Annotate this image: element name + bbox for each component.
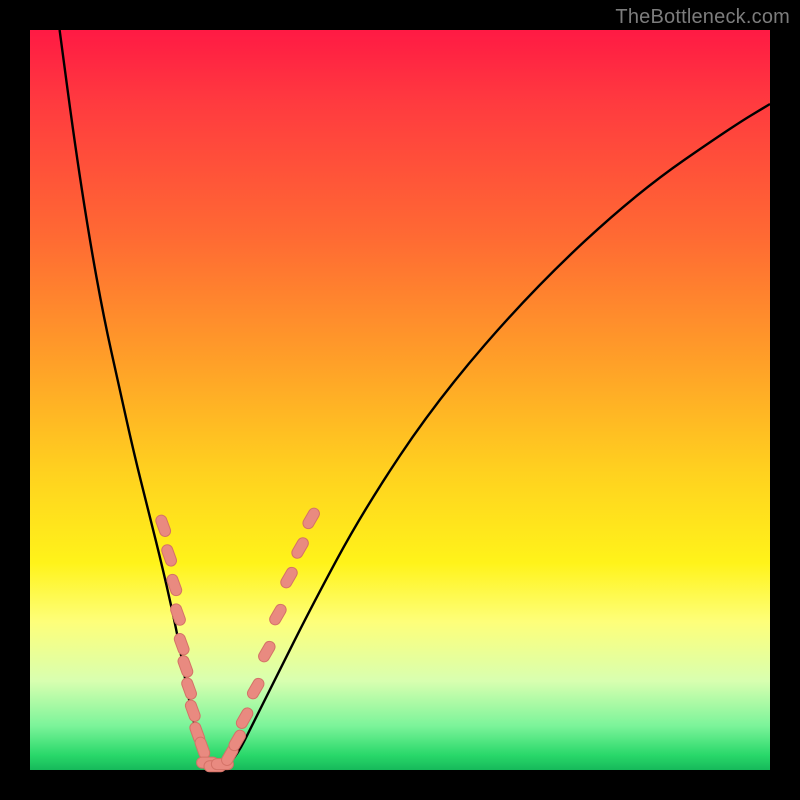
watermark-text: TheBottleneck.com (615, 6, 790, 29)
plot-area (30, 30, 770, 770)
data-marker (257, 639, 278, 664)
data-marker (180, 676, 198, 700)
data-marker (301, 506, 322, 531)
data-marker (245, 676, 266, 701)
data-marker (169, 602, 187, 626)
data-marker (176, 654, 194, 678)
data-marker (173, 632, 191, 656)
data-marker (154, 514, 172, 538)
chart-frame: TheBottleneck.com (0, 0, 800, 800)
data-marker (184, 699, 202, 723)
data-marker (290, 536, 311, 561)
data-marker (268, 602, 289, 627)
data-marker (160, 543, 178, 567)
curve-layer (30, 30, 770, 770)
data-marker (193, 736, 211, 760)
data-marker (279, 565, 300, 590)
bottleneck-curve (60, 30, 770, 770)
